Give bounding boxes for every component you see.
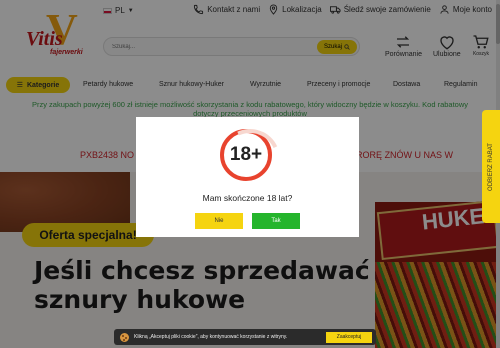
cookie-text: Klikną „Akceptuj pliki cookie”, aby kont…	[134, 334, 288, 340]
discount-side-tab-label: ODBIERZ RABAT	[488, 142, 494, 191]
age-no-button[interactable]: Nie	[195, 213, 243, 229]
cookie-accept-button[interactable]: Zaakceptuj	[326, 331, 372, 343]
age-question: Mam skończone 18 lat?	[202, 193, 293, 203]
age-verification-modal: 18+ Mam skończone 18 lat? Nie Tak	[136, 117, 359, 237]
age-yes-button[interactable]: Tak	[252, 213, 300, 229]
age-18-icon: 18+	[220, 129, 272, 181]
age-badge-text: 18+	[229, 144, 263, 165]
cookie-icon	[120, 332, 129, 342]
cookie-banner: Klikną „Akceptuj pliki cookie”, aby kont…	[114, 329, 376, 345]
discount-side-tab[interactable]: ODBIERZ RABAT	[482, 110, 500, 223]
